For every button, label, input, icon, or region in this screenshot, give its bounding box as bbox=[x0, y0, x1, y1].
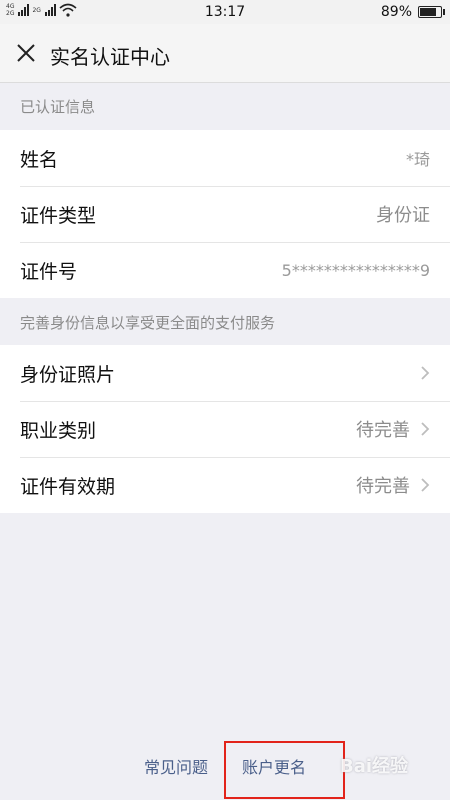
page-title: 实名认证中心 bbox=[50, 45, 170, 69]
list-item-id-number: 证件号 5****************9 bbox=[0, 242, 450, 298]
chevron-right-icon bbox=[421, 366, 430, 380]
list-item-id-type: 证件类型 身份证 bbox=[0, 186, 450, 242]
row-label: 职业类别 bbox=[20, 419, 97, 442]
status-bar: 4G 2G 2G 13:17 89% bbox=[0, 0, 450, 24]
close-icon[interactable] bbox=[14, 41, 38, 65]
chevron-right-icon bbox=[421, 422, 430, 436]
battery-percent: 89% bbox=[380, 4, 412, 20]
list-item-id-photo[interactable]: 身份证照片 bbox=[0, 345, 450, 401]
section-header-complete: 完善身份信息以享受更全面的支付服务 bbox=[20, 314, 276, 332]
verified-info-list: 姓名 *琦 证件类型 身份证 证件号 5****************9 bbox=[0, 130, 450, 298]
row-label: 证件号 bbox=[20, 260, 78, 283]
list-item-id-validity[interactable]: 证件有效期 待完善 bbox=[0, 457, 450, 513]
row-value: 身份证 bbox=[376, 205, 430, 226]
nav-bar: 实名认证中心 bbox=[0, 24, 450, 83]
chevron-right-icon bbox=[421, 478, 430, 492]
section-header-verified: 已认证信息 bbox=[20, 98, 96, 116]
watermark: Bai经验 bbox=[340, 756, 409, 777]
complete-info-list: 身份证照片 职业类别 待完善 证件有效期 待完善 bbox=[0, 345, 450, 513]
row-value: 5****************9 bbox=[281, 260, 430, 280]
row-label: 姓名 bbox=[20, 148, 59, 171]
battery-icon bbox=[418, 6, 445, 18]
row-label: 证件有效期 bbox=[20, 475, 116, 498]
list-item-occupation[interactable]: 职业类别 待完善 bbox=[0, 401, 450, 457]
row-label: 身份证照片 bbox=[20, 363, 116, 386]
row-label: 证件类型 bbox=[20, 204, 97, 227]
row-value: 待完善 bbox=[356, 420, 410, 441]
row-value: 待完善 bbox=[356, 476, 410, 497]
row-value: *琦 bbox=[405, 150, 430, 169]
highlight-annotation bbox=[224, 741, 345, 799]
list-item-name: 姓名 *琦 bbox=[0, 130, 450, 186]
faq-link[interactable]: 常见问题 bbox=[142, 752, 210, 782]
